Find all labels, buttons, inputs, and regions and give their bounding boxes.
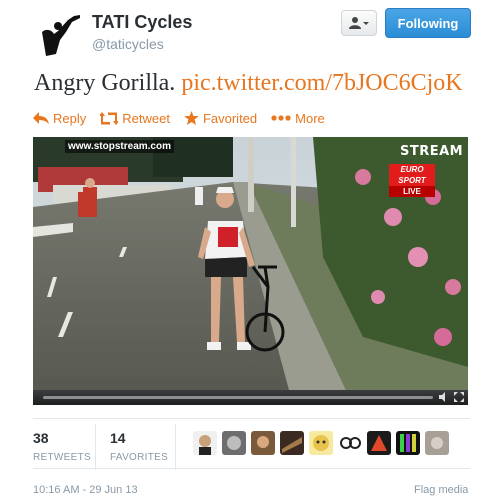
video-watermark: www.stopstream.com [65,140,174,153]
tweet-body: Angry Gorilla. [34,70,176,96]
volume-icon[interactable] [438,392,448,402]
avatar[interactable] [367,431,391,455]
profile-avatar[interactable] [36,10,86,60]
tweet-timestamp[interactable]: 10:16 AM - 29 Jun 13 [33,484,138,496]
avatar[interactable] [193,431,217,455]
tweet-text: Angry Gorilla. pic.twitter.com/7bJOC6Cjo… [34,70,463,97]
channel-logo: EURO SPORT LIVE [389,164,435,197]
retweets-count: 38 [33,430,49,446]
live-badge: LIVE [389,186,435,197]
star-icon [184,111,199,125]
divider-bottom [33,468,470,469]
reply-icon [33,112,49,124]
user-actions-dropdown[interactable] [341,10,377,36]
tweet-stats: 38 RETWEETS 14 FAVORITES [33,424,468,470]
channel-line2: SPORT [398,176,426,185]
retweets-stat[interactable]: 38 RETWEETS [33,430,91,463]
tweet-media-link[interactable]: pic.twitter.com/7bJOC6CjoK [181,70,462,96]
favorites-label: FAVORITES [110,452,169,463]
user-handle[interactable]: @taticycles [92,36,164,52]
user-display-name[interactable]: TATI Cycles [92,12,192,33]
stats-divider-2 [175,424,176,470]
avatar[interactable] [338,431,362,455]
avatar[interactable] [396,431,420,455]
retweet-label: Retweet [122,110,170,126]
favorites-count: 14 [110,430,126,446]
video-controls[interactable] [33,390,468,405]
avatar[interactable] [425,431,449,455]
embedded-video[interactable]: www.stopstream.com STREAM EURO SPORT LIV… [33,137,468,405]
tweet-header: TATI Cycles @taticycles Following [0,0,495,62]
avatar[interactable] [280,431,304,455]
channel-line1: EURO [400,165,424,174]
favorites-stat[interactable]: 14 FAVORITES [110,430,168,463]
fullscreen-icon[interactable] [454,392,464,402]
avatar[interactable] [251,431,275,455]
stream-logo: STREAM [400,144,464,159]
avatar[interactable] [222,431,246,455]
more-action[interactable]: More [271,111,325,126]
favorited-label: Favorited [202,110,258,126]
favoriters-avatars [193,431,449,455]
stats-divider [95,424,96,470]
divider-top [33,418,470,419]
retweet-action[interactable]: Retweet [100,111,170,126]
user-dropdown-icon [349,17,369,29]
video-control-icons [438,392,464,402]
reply-action[interactable]: Reply [33,111,86,126]
avatar[interactable] [309,431,333,455]
reply-label: Reply [53,110,87,126]
retweets-label: RETWEETS [33,452,91,463]
following-button[interactable]: Following [385,8,471,38]
more-dots-icon [271,115,291,121]
favorite-action[interactable]: Favorited [184,111,257,126]
more-label: More [295,110,325,126]
tweet-actions: Reply Retweet Favorited More [33,109,339,127]
flag-media-link[interactable]: Flag media [414,484,468,496]
video-progress-bar[interactable] [43,396,433,399]
retweet-icon [100,111,119,125]
